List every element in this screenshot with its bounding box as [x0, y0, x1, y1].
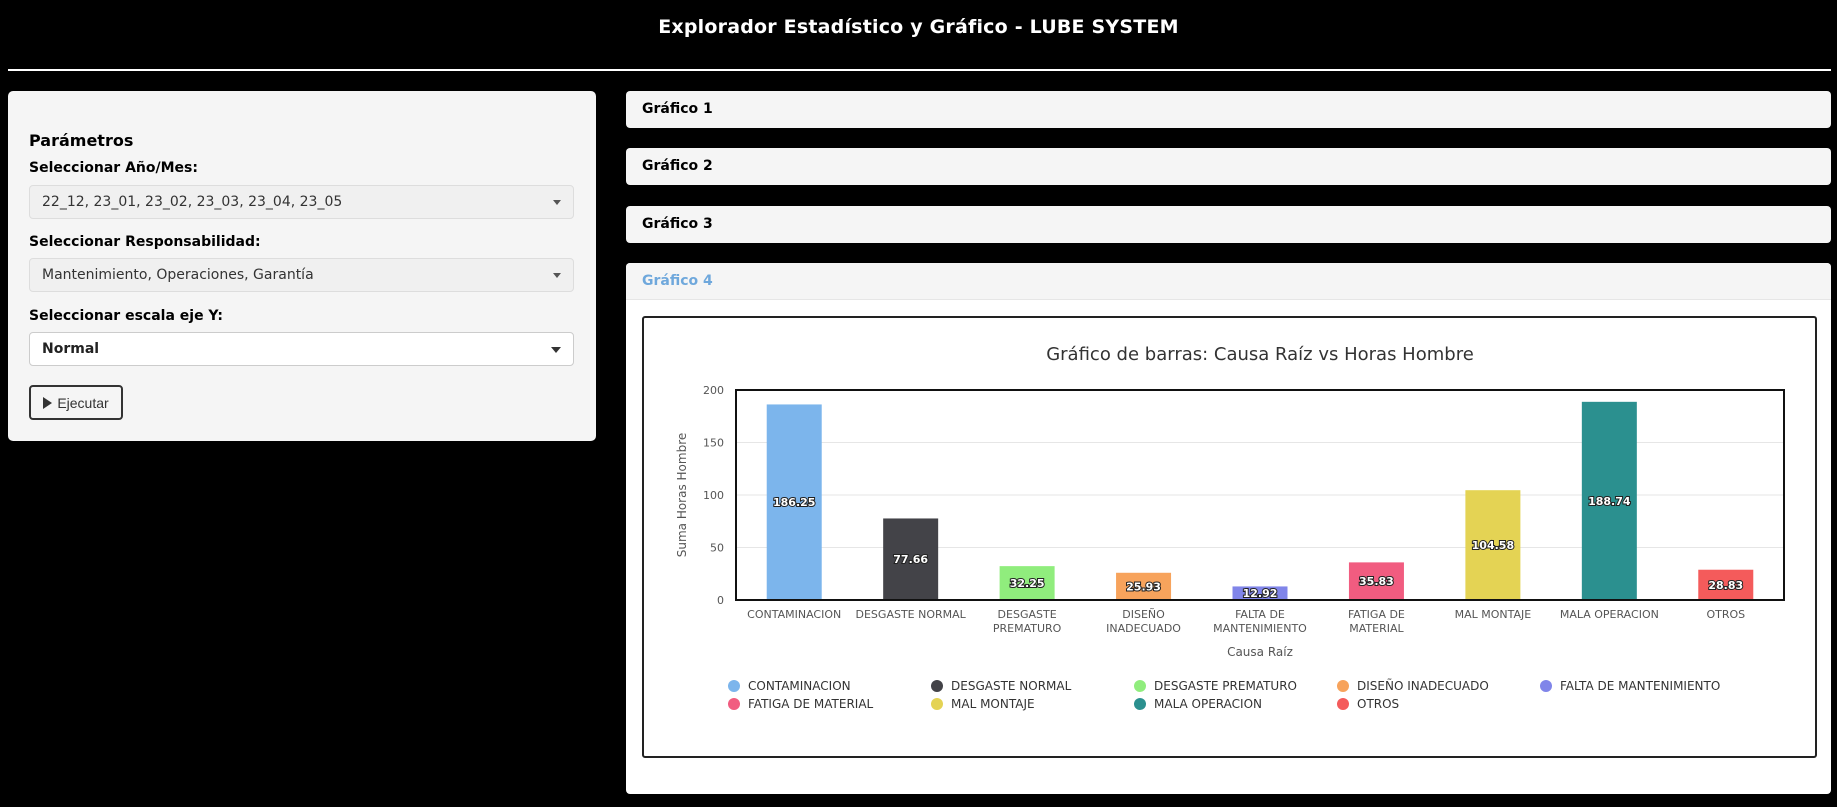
panel-grafico-4: Gráfico 4 Gráfico de barras: Causa Raíz …	[626, 263, 1831, 794]
bar-value-label: 188.74	[1588, 495, 1631, 508]
legend-swatch	[1134, 680, 1146, 692]
legend-swatch	[728, 698, 740, 710]
y-axis-title: Suma Horas Hombre	[675, 433, 689, 558]
responsibility-select-value: Mantenimiento, Operaciones, Garantía	[42, 267, 314, 283]
panel-header-grafico-1[interactable]: Gráfico 1	[626, 91, 1831, 128]
parameters-heading: Parámetros	[29, 131, 134, 150]
legend-item-label: DESGASTE PREMATURO	[1154, 679, 1297, 693]
y-scale-label: Seleccionar escala eje Y:	[29, 308, 223, 324]
y-scale-select[interactable]: Normal	[29, 332, 574, 366]
x-tick-label: OTROS	[1706, 608, 1745, 621]
x-tick-label: MALA OPERACION	[1560, 608, 1659, 621]
x-tick-label: DESGASTE NORMAL	[856, 608, 967, 621]
x-tick-label: INADECUADO	[1106, 622, 1181, 635]
legend-swatch	[931, 680, 943, 692]
x-tick-label: FATIGA DE	[1348, 608, 1405, 621]
y-tick-label: 200	[703, 384, 724, 397]
bar-value-label: 35.83	[1359, 575, 1394, 588]
legend-swatch	[1134, 698, 1146, 710]
x-tick-label: MAL MONTAJE	[1455, 608, 1532, 621]
chevron-down-icon	[551, 347, 561, 353]
legend-item-label: MALA OPERACION	[1154, 697, 1262, 711]
bar-chart-svg: Gráfico de barras: Causa Raíz vs Horas H…	[675, 344, 1785, 711]
legend-item-label: CONTAMINACION	[748, 679, 851, 693]
y-tick-label: 50	[710, 542, 724, 555]
legend-item-label: OTROS	[1357, 697, 1399, 711]
x-tick-label: FALTA DE	[1235, 608, 1285, 621]
period-select-value: 22_12, 23_01, 23_02, 23_03, 23_04, 23_05	[42, 194, 343, 210]
panel-header-grafico-4[interactable]: Gráfico 4	[626, 263, 1831, 300]
legend-item-label: DESGASTE NORMAL	[951, 679, 1072, 693]
x-tick-label: MANTENIMIENTO	[1213, 622, 1307, 635]
run-button[interactable]: Ejecutar	[29, 385, 123, 420]
legend-swatch	[1337, 698, 1349, 710]
y-tick-label: 0	[717, 594, 724, 607]
legend-swatch	[931, 698, 943, 710]
period-select[interactable]: 22_12, 23_01, 23_02, 23_03, 23_04, 23_05	[29, 185, 574, 219]
panel-header-grafico-3[interactable]: Gráfico 3	[626, 206, 1831, 243]
x-axis-title: Causa Raíz	[1227, 645, 1293, 659]
chevron-down-icon	[553, 273, 561, 278]
legend-swatch	[1337, 680, 1349, 692]
bar-value-label: 77.66	[893, 553, 928, 566]
bar-value-label: 32.25	[1010, 577, 1045, 590]
chart-title: Gráfico de barras: Causa Raíz vs Horas H…	[1046, 344, 1474, 365]
app-title: Explorador Estadístico y Gráfico - LUBE …	[658, 16, 1179, 38]
y-tick-label: 150	[703, 437, 724, 450]
x-tick-label: DESGASTE	[998, 608, 1057, 621]
bar-chart: Gráfico de barras: Causa Raíz vs Horas H…	[642, 316, 1817, 758]
parameters-sidebar: Parámetros Seleccionar Año/Mes: 22_12, 2…	[8, 91, 596, 441]
y-scale-select-value: Normal	[42, 341, 100, 357]
legend-item-label: FATIGA DE MATERIAL	[748, 697, 874, 711]
x-tick-label: DISEÑO	[1122, 608, 1165, 621]
legend-swatch	[1540, 680, 1552, 692]
legend-item-label: DISEÑO INADECUADO	[1357, 678, 1489, 693]
bar-value-label: 25.93	[1126, 580, 1161, 593]
responsibility-label: Seleccionar Responsabilidad:	[29, 234, 261, 250]
run-button-label: Ejecutar	[57, 394, 109, 411]
x-tick-label: PREMATURO	[993, 622, 1062, 635]
y-tick-label: 100	[703, 489, 724, 502]
legend-item-label: FALTA DE MANTENIMIENTO	[1560, 679, 1720, 693]
panel-header-grafico-2[interactable]: Gráfico 2	[626, 148, 1831, 185]
responsibility-select[interactable]: Mantenimiento, Operaciones, Garantía	[29, 258, 574, 292]
legend-item-label: MAL MONTAJE	[951, 697, 1035, 711]
period-label: Seleccionar Año/Mes:	[29, 160, 198, 176]
title-divider	[8, 69, 1831, 71]
play-icon	[43, 396, 53, 409]
x-tick-label: CONTAMINACION	[747, 608, 841, 621]
x-tick-label: MATERIAL	[1349, 622, 1404, 635]
bar-value-label: 12.92	[1243, 587, 1278, 600]
chevron-down-icon	[553, 200, 561, 205]
bar-value-label: 186.25	[773, 496, 815, 509]
legend-swatch	[728, 680, 740, 692]
bar-value-label: 104.58	[1472, 539, 1514, 552]
bar-value-label: 28.83	[1708, 579, 1743, 592]
